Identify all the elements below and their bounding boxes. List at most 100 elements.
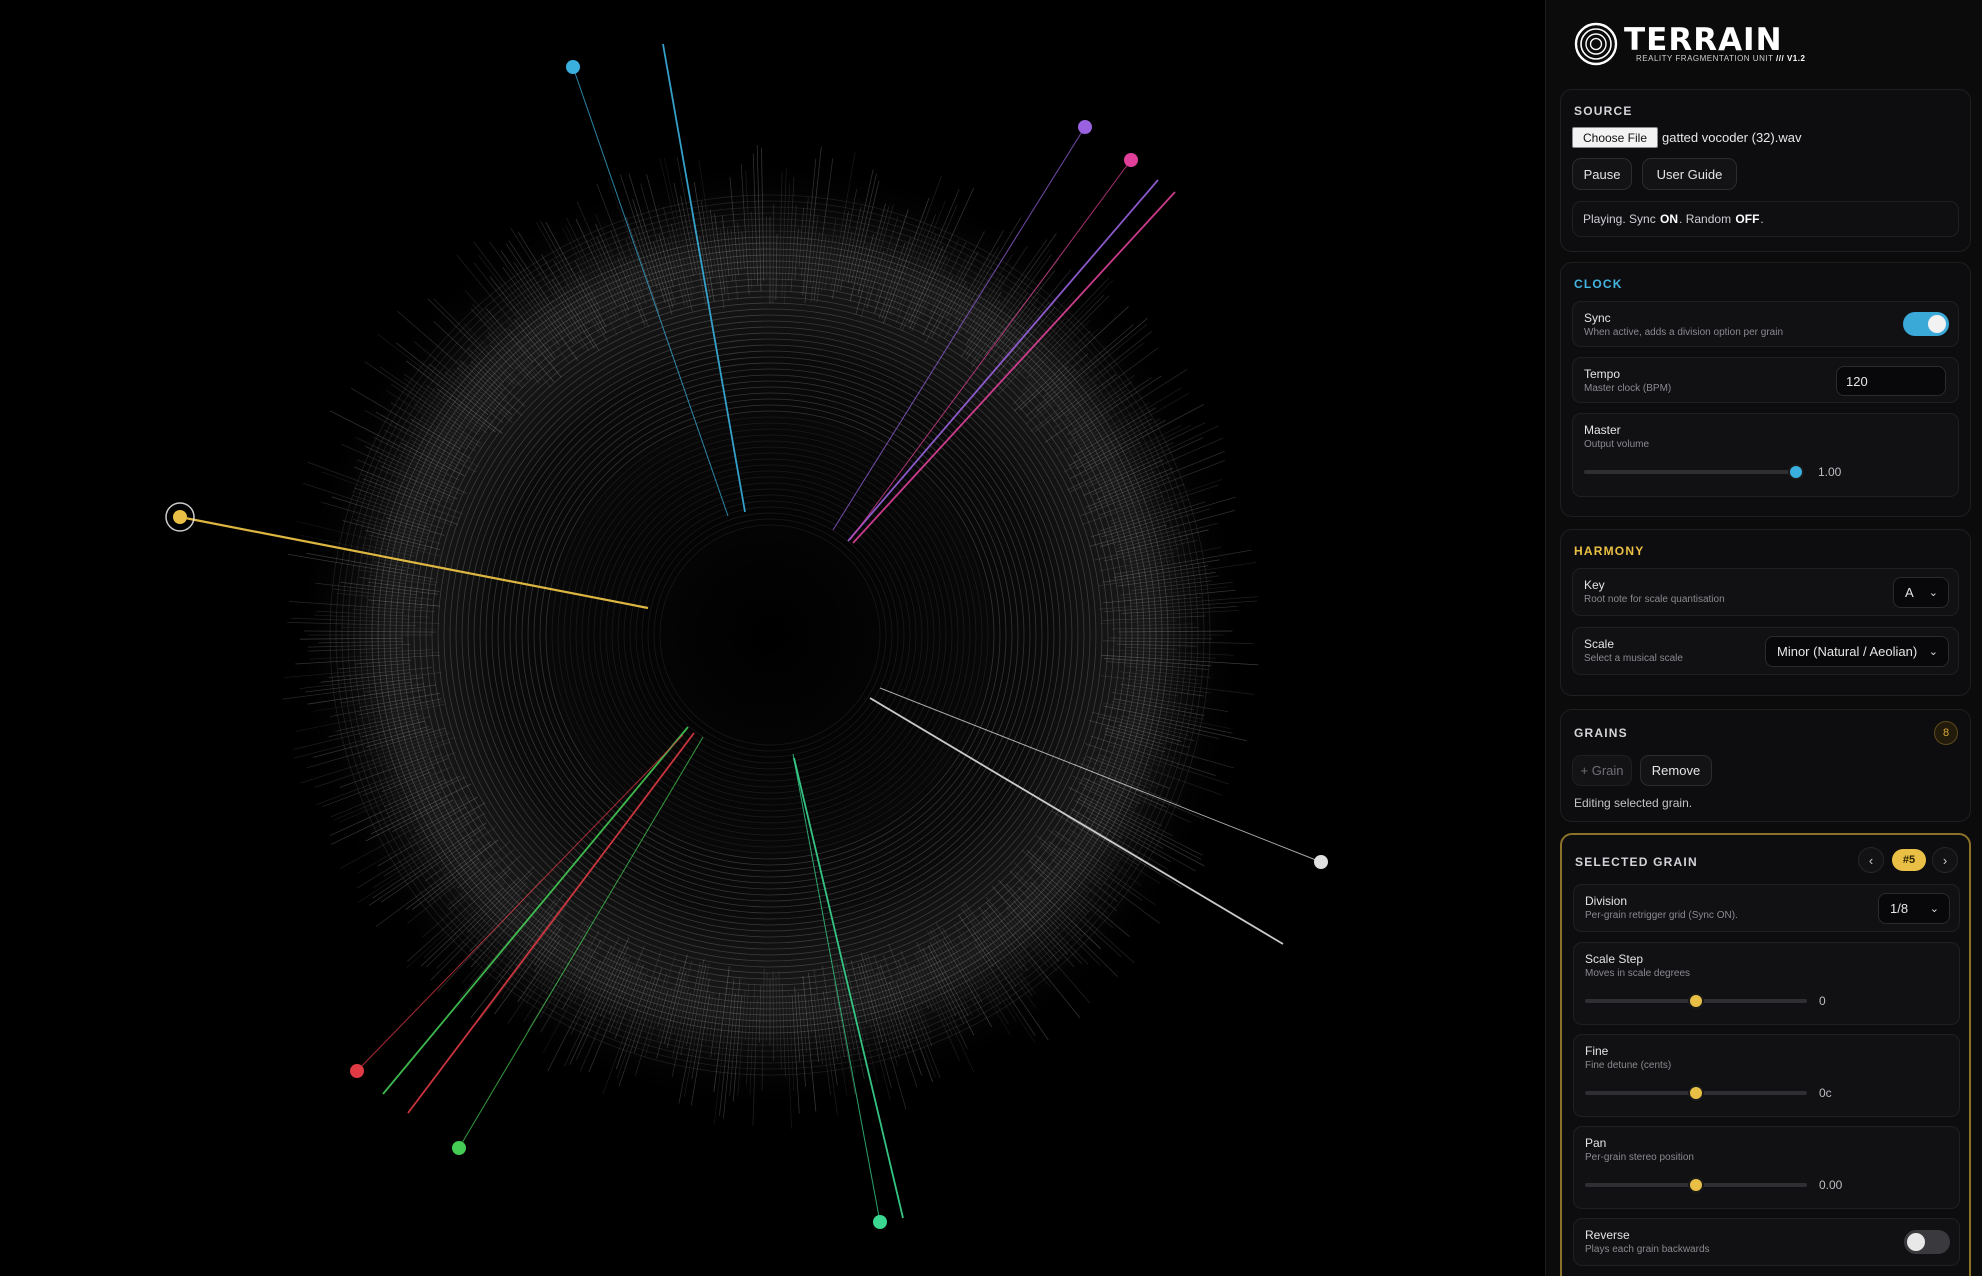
control-panel: TERRAIN REALITY FRAGMENTATION UNIT /// V… xyxy=(1545,0,1982,1276)
grain-handle[interactable] xyxy=(1314,855,1328,869)
visualizer-canvas[interactable] xyxy=(0,0,1545,1276)
chevron-down-icon: ⌄ xyxy=(1928,645,1938,658)
reverse-label: Reverse xyxy=(1585,1228,1630,1242)
selected-grain-badge: #5 xyxy=(1892,849,1926,871)
master-slider[interactable] xyxy=(1584,464,1804,480)
tempo-input[interactable]: 120 xyxy=(1836,366,1946,396)
master-row: Master Output volume 1.00 xyxy=(1572,413,1959,497)
division-row: Division Per-grain retrigger grid (Sync … xyxy=(1573,884,1960,932)
scale-step-description: Moves in scale degrees xyxy=(1585,968,1691,979)
source-section: SOURCE Choose File gatted vocoder (32).w… xyxy=(1560,89,1971,252)
master-label: Master xyxy=(1584,423,1621,437)
key-label: Key xyxy=(1584,578,1605,592)
pan-row: Pan Per-grain stereo position 0.00 xyxy=(1573,1126,1960,1209)
sync-toggle[interactable] xyxy=(1903,312,1949,336)
grain-handle[interactable] xyxy=(350,1064,364,1078)
brand-header: TERRAIN REALITY FRAGMENTATION UNIT /// V… xyxy=(1574,20,1805,68)
status-mid: . Random xyxy=(1679,212,1732,226)
fine-row: Fine Fine detune (cents) 0c xyxy=(1573,1034,1960,1117)
reverse-row: Reverse Plays each grain backwards xyxy=(1573,1218,1960,1266)
grain-handle[interactable] xyxy=(1078,120,1092,134)
sync-label: Sync xyxy=(1584,311,1611,325)
grains-section: GRAINS 8 + Grain Remove Editing selected… xyxy=(1560,709,1971,822)
key-row: Key Root note for scale quantisation A ⌄ xyxy=(1572,568,1959,616)
reverse-description: Plays each grain backwards xyxy=(1585,1244,1710,1255)
terrain-logo-icon xyxy=(1574,22,1618,66)
grains-note: Editing selected grain. xyxy=(1574,796,1693,810)
scale-description: Select a musical scale xyxy=(1584,653,1683,664)
next-grain-button[interactable]: › xyxy=(1932,847,1958,873)
status-sync: ON xyxy=(1660,212,1679,226)
grain-visualizer[interactable] xyxy=(0,0,1545,1276)
scale-select-value: Minor (Natural / Aeolian) xyxy=(1777,644,1918,659)
remove-grain-button[interactable]: Remove xyxy=(1640,755,1712,786)
app-title: TERRAIN xyxy=(1624,22,1783,58)
harmony-title: HARMONY xyxy=(1574,544,1645,558)
scale-step-label: Scale Step xyxy=(1585,952,1644,966)
division-select-value: 1/8 xyxy=(1890,901,1909,916)
pan-slider[interactable] xyxy=(1585,1177,1807,1193)
add-grain-button[interactable]: + Grain xyxy=(1572,755,1632,786)
pan-slider-thumb[interactable] xyxy=(1688,1177,1704,1193)
scale-step-row: Scale Step Moves in scale degrees 0 xyxy=(1573,942,1960,1025)
scale-step-slider-thumb[interactable] xyxy=(1688,993,1704,1009)
fine-slider[interactable] xyxy=(1585,1085,1807,1101)
choose-file-button[interactable]: Choose File xyxy=(1572,127,1658,148)
grain-handle[interactable] xyxy=(452,1141,466,1155)
division-description: Per-grain retrigger grid (Sync ON). xyxy=(1585,910,1738,921)
division-label: Division xyxy=(1585,894,1628,908)
clock-section: CLOCK Sync When active, adds a division … xyxy=(1560,262,1971,517)
pan-description: Per-grain stereo position xyxy=(1585,1152,1694,1163)
user-guide-button[interactable]: User Guide xyxy=(1642,158,1737,190)
status-random: OFF xyxy=(1735,212,1760,226)
pan-label: Pan xyxy=(1585,1136,1607,1150)
source-title: SOURCE xyxy=(1574,104,1633,118)
sync-description: When active, adds a division option per … xyxy=(1584,327,1784,338)
scale-row: Scale Select a musical scale Minor (Natu… xyxy=(1572,627,1959,675)
scale-step-slider[interactable] xyxy=(1585,993,1807,1009)
grain-handle[interactable] xyxy=(873,1215,887,1229)
master-description: Output volume xyxy=(1584,439,1650,450)
tempo-label: Tempo xyxy=(1584,367,1621,381)
selected-grain-title: SELECTED GRAIN xyxy=(1575,855,1698,869)
grain-count-badge: 8 xyxy=(1934,721,1958,745)
reverse-toggle-knob xyxy=(1907,1233,1925,1251)
master-slider-thumb[interactable] xyxy=(1788,464,1804,480)
fine-description: Fine detune (cents) xyxy=(1585,1060,1672,1071)
master-value: 1.00 xyxy=(1818,465,1842,479)
status-prefix: Playing. Sync xyxy=(1583,212,1656,226)
pan-value: 0.00 xyxy=(1819,1178,1843,1192)
playback-status: Playing. Sync ON. Random OFF. xyxy=(1572,201,1959,237)
grain-handle[interactable] xyxy=(173,510,187,524)
file-name: gatted vocoder (32).wav xyxy=(1662,130,1802,145)
grain-handle[interactable] xyxy=(1124,153,1138,167)
sync-row: Sync When active, adds a division option… xyxy=(1572,301,1959,347)
key-description: Root note for scale quantisation xyxy=(1584,594,1725,605)
grain-handle[interactable] xyxy=(566,60,580,74)
chevron-down-icon: ⌄ xyxy=(1928,586,1938,599)
app-version: /// V1.2 xyxy=(1776,54,1806,63)
selected-grain-section: SELECTED GRAIN ‹ #5 › Division Per-grain… xyxy=(1560,833,1971,1276)
fine-slider-thumb[interactable] xyxy=(1688,1085,1704,1101)
master-slider-track xyxy=(1584,470,1796,474)
key-select-value: A xyxy=(1905,585,1914,600)
tempo-row: Tempo Master clock (BPM) 120 xyxy=(1572,357,1959,403)
key-select[interactable]: A ⌄ xyxy=(1893,577,1949,608)
division-select[interactable]: 1/8 ⌄ xyxy=(1878,893,1950,924)
app-subtitle: REALITY FRAGMENTATION UNIT /// V1.2 xyxy=(1636,54,1805,63)
sync-toggle-knob xyxy=(1928,315,1946,333)
chevron-down-icon: ⌄ xyxy=(1929,902,1939,915)
scale-step-value: 0 xyxy=(1819,994,1826,1008)
scale-select[interactable]: Minor (Natural / Aeolian) ⌄ xyxy=(1765,636,1949,667)
prev-grain-button[interactable]: ‹ xyxy=(1858,847,1884,873)
harmony-section: HARMONY Key Root note for scale quantisa… xyxy=(1560,529,1971,696)
app-subtitle-text: REALITY FRAGMENTATION UNIT xyxy=(1636,54,1774,63)
scale-label: Scale xyxy=(1584,637,1615,651)
clock-title: CLOCK xyxy=(1574,277,1623,291)
reverse-toggle[interactable] xyxy=(1904,1230,1950,1254)
grains-title: GRAINS xyxy=(1574,726,1628,740)
fine-label: Fine xyxy=(1585,1044,1609,1058)
status-end: . xyxy=(1760,212,1764,226)
pause-button[interactable]: Pause xyxy=(1572,158,1632,190)
fine-value: 0c xyxy=(1819,1086,1832,1100)
